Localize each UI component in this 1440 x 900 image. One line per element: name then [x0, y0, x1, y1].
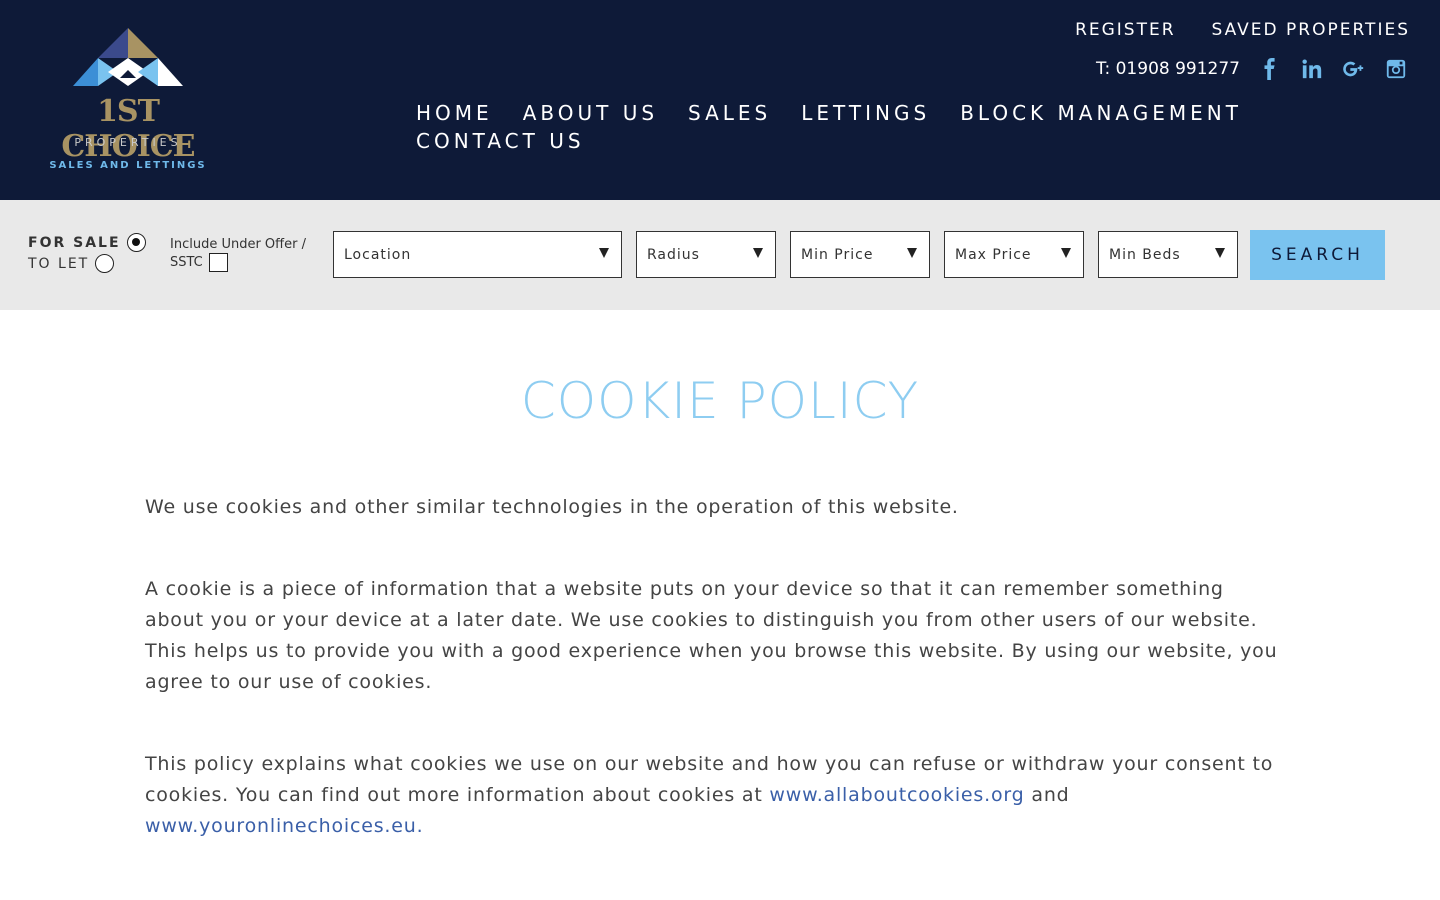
- page-title: COOKIE POLICY: [520, 372, 920, 430]
- include-under-offer-checkbox[interactable]: [208, 253, 228, 272]
- radius-select-value: Radius: [647, 246, 700, 263]
- facebook-icon[interactable]: [1256, 55, 1284, 83]
- include-under-offer: Include Under Offer / SSTC: [170, 236, 320, 272]
- top-links: REGISTER SAVED PROPERTIES: [1075, 20, 1410, 40]
- max-price-select-value: Max Price: [955, 246, 1032, 263]
- contact-row: T: 01908 991277: [1096, 55, 1410, 83]
- nav-home[interactable]: HOME: [416, 100, 493, 126]
- nav-lettings[interactable]: LETTINGS: [801, 100, 930, 126]
- site-logo[interactable]: 1ST CHOICE PROPERTIES SALES AND LETTINGS: [28, 28, 228, 178]
- min-beds-select-value: Min Beds: [1109, 246, 1181, 263]
- radius-select[interactable]: Radius: [636, 231, 776, 278]
- nav-block-management[interactable]: BLOCK MANAGEMENT: [960, 100, 1242, 126]
- register-link[interactable]: REGISTER: [1075, 20, 1175, 40]
- search-button[interactable]: SEARCH: [1250, 230, 1385, 280]
- brand-subtitle: PROPERTIES: [74, 136, 182, 149]
- saved-properties-link[interactable]: SAVED PROPERTIES: [1212, 20, 1410, 40]
- google-plus-icon[interactable]: [1340, 55, 1368, 83]
- phone-number[interactable]: T: 01908 991277: [1096, 59, 1240, 79]
- brand-tagline: SALES AND LETTINGS: [49, 160, 207, 171]
- paragraph-2: A cookie is a piece of information that …: [145, 578, 1278, 693]
- min-price-select-value: Min Price: [801, 246, 874, 263]
- linkedin-icon[interactable]: [1298, 55, 1326, 83]
- include-under-offer-label: Include Under Offer / SSTC: [170, 237, 306, 270]
- brand-name: 1ST CHOICE: [61, 94, 195, 164]
- for-sale-radio[interactable]: [126, 233, 146, 252]
- main-nav: HOME ABOUT US SALES LETTINGS BLOCK MANAG…: [416, 100, 1296, 154]
- to-let-radio[interactable]: [95, 254, 115, 273]
- paragraph-3-start: This policy explains what cookies we use…: [145, 753, 1274, 806]
- paragraph-3-end: .: [416, 815, 424, 837]
- page-content: We use cookies and other similar technol…: [145, 492, 1285, 893]
- chevron-down-icon: [599, 248, 609, 258]
- paragraph-3-mid: and: [1024, 784, 1070, 806]
- to-let-label: TO LET: [28, 255, 90, 272]
- max-price-select[interactable]: Max Price: [944, 231, 1084, 278]
- paragraph-1: We use cookies and other similar technol…: [145, 496, 959, 518]
- nav-sales[interactable]: SALES: [688, 100, 771, 126]
- youronlinechoices-link-text: www.youronlinechoices.eu: [145, 815, 417, 837]
- location-select-value: Location: [344, 246, 412, 263]
- chevron-down-icon: [753, 248, 763, 258]
- chevron-down-icon: [1215, 248, 1225, 258]
- nav-contact-us[interactable]: CONTACT US: [416, 128, 585, 154]
- chevron-down-icon: [907, 248, 917, 258]
- sale-let-toggle: FOR SALE TO LET: [28, 232, 146, 274]
- allaboutcookies-link[interactable]: www.allaboutcookies.org: [769, 784, 1024, 806]
- site-header: 1ST CHOICE PROPERTIES SALES AND LETTINGS…: [0, 0, 1440, 200]
- paragraph-3: This policy explains what cookies we use…: [145, 749, 1285, 842]
- location-select[interactable]: Location: [333, 231, 622, 278]
- min-beds-select[interactable]: Min Beds: [1098, 231, 1238, 278]
- for-sale-label: FOR SALE: [28, 234, 121, 251]
- min-price-select[interactable]: Min Price: [790, 231, 930, 278]
- instagram-icon[interactable]: [1382, 55, 1410, 83]
- logo-mark-icon: [73, 28, 183, 86]
- youronlinechoices-link[interactable]: www.youronlinechoices.eu.: [145, 815, 423, 837]
- chevron-down-icon: [1061, 248, 1071, 258]
- nav-about-us[interactable]: ABOUT US: [523, 100, 658, 126]
